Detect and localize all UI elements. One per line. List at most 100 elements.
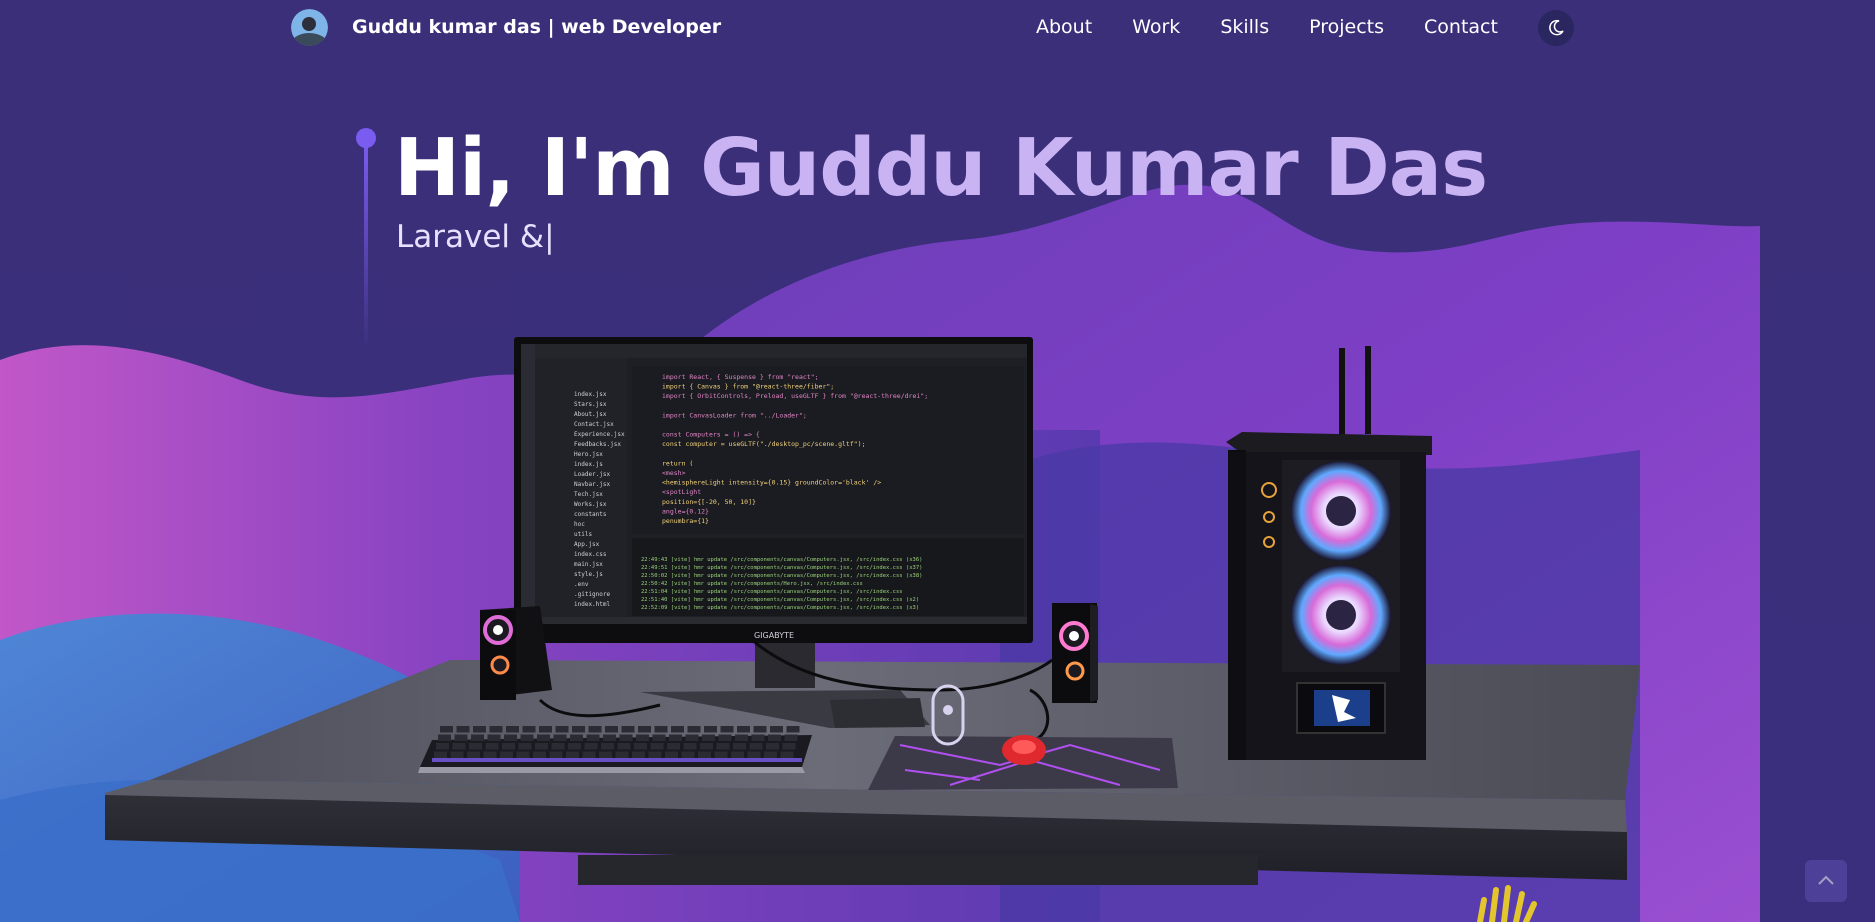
file-tree-item: index.css [574,551,607,558]
keyboard-key [436,743,449,750]
keyboard-key [568,743,581,750]
hero-title: Hi, I'm Guddu Kumar Das [394,118,1488,218]
keyboard-key [603,734,616,741]
keyboard-key [733,743,746,750]
file-tree-item: utils [574,531,592,538]
back-to-top-button[interactable] [1805,860,1847,902]
keyboard-key [786,726,800,733]
monitor-brand: GIGABYTE [754,631,794,640]
nav-link-contact[interactable]: Contact [1424,16,1498,38]
code-line: import CanvasLoader from "../Loader"; [662,411,807,419]
keyboard-key [502,743,515,750]
keyboard-key [685,734,699,741]
keyboard-key [489,726,503,733]
keyboard-key [619,734,633,741]
code-line: position={[-20, 50, 10]} [662,498,756,506]
nav-link-projects[interactable]: Projects [1309,16,1384,38]
keyboard-key [753,726,767,733]
keyboard-key [537,734,550,741]
file-tree-item: Works.jsx [574,501,607,508]
keyboard-key [704,726,717,733]
keyboard-key [737,726,750,733]
code-line: angle={0.12} [662,507,709,515]
file-tree-item: App.jsx [574,541,600,548]
keyboard-key [601,743,614,750]
keyboard-key [654,726,668,733]
avatar[interactable] [291,8,328,46]
keyboard-key [599,751,612,758]
keyboard-key [434,751,447,758]
keyboard-key [665,751,678,758]
keyboard-key [782,743,796,750]
keyboard-key [615,751,629,758]
nav-link-about[interactable]: About [1036,16,1092,38]
nav-link-work[interactable]: Work [1132,16,1180,38]
navbar: Guddu kumar das | web Developer About Wo… [0,0,1875,54]
keyboard-key [683,743,697,750]
keyboard-key [570,734,583,741]
terminal-line: 22:51:40 [vite] hmr update /src/componen… [641,597,919,603]
file-tree-item: hoc [574,521,585,528]
keyboard-key [731,751,744,758]
keyboard-key [700,743,713,750]
file-tree-item: .env [574,581,589,588]
file-tree-item: index.jsx [574,391,607,398]
code-line: penumbra={1} [662,517,709,525]
keyboard-key [520,734,534,741]
code-line: <hemisphereLight intensity={0.15} ground… [662,479,881,487]
file-tree-item: constants [574,511,607,518]
keyboard-key [605,726,618,733]
hero-greeting: Hi, I'm [394,122,701,214]
keyboard-key [553,734,567,741]
nav-link-skills[interactable]: Skills [1220,16,1269,38]
keyboard-key [780,751,794,758]
mouse-scroll-icon[interactable] [931,684,965,746]
brand-name[interactable]: Guddu kumar das | web Developer [352,16,721,38]
keyboard-key [669,734,682,741]
code-line: import { OrbitControls, Preload, useGLTF… [662,392,928,400]
keyboard-key [617,743,631,750]
code-line: const Computers = () => { [662,431,760,439]
keyboard-key [500,751,513,758]
keyboard-key [549,751,563,758]
file-tree-item: Contact.jsx [574,421,614,428]
keyboard-key [586,734,600,741]
file-tree-item: Loader.jsx [574,471,611,478]
hero-name: Guddu Kumar Das [700,122,1488,214]
keyboard-key [716,743,730,750]
keyboard-key [582,751,596,758]
terminal-line: 22:50:02 [vite] hmr update /src/componen… [641,573,922,579]
keyboard-key [450,751,464,758]
code-line: <spotLight [662,488,701,496]
terminal-line: 22:50:42 [vite] hmr update /src/componen… [641,581,863,587]
hand-decoration [1477,885,1537,922]
file-tree-item: Tech.jsx [574,491,603,498]
keyboard-key [770,726,783,733]
keyboard-key [681,751,695,758]
keyboard-key [768,734,781,741]
keyboard-key [539,726,552,733]
nav-links: About Work Skills Projects Contact [1036,12,1498,42]
file-tree-item: index.js [574,461,603,468]
keyboard-key [720,726,734,733]
file-tree-item: About.jsx [574,411,607,418]
terminal-line: 22:51:04 [vite] hmr update /src/componen… [641,589,903,595]
moon-icon [1549,19,1564,36]
file-tree-item: Hero.jsx [574,451,603,458]
keyboard-key [751,734,765,741]
keyboard-key [452,743,466,750]
keyboard-key [702,734,715,741]
keyboard-key [535,743,548,750]
file-tree-item: style.js [574,571,603,578]
brand[interactable]: Guddu kumar das | web Developer [291,8,721,46]
code-line: import React, { Suspense } from "react"; [662,373,819,381]
keyboard-key [456,726,470,733]
keyboard-key [518,743,532,750]
keyboard-key [440,726,453,733]
code-line: import { Canvas } from "@react-three/fib… [662,383,834,391]
code-line: <mesh> [662,469,686,477]
keyboard-key [467,751,480,758]
keyboard-key [504,734,517,741]
keyboard-key [667,743,680,750]
theme-toggle-button[interactable] [1538,10,1574,46]
